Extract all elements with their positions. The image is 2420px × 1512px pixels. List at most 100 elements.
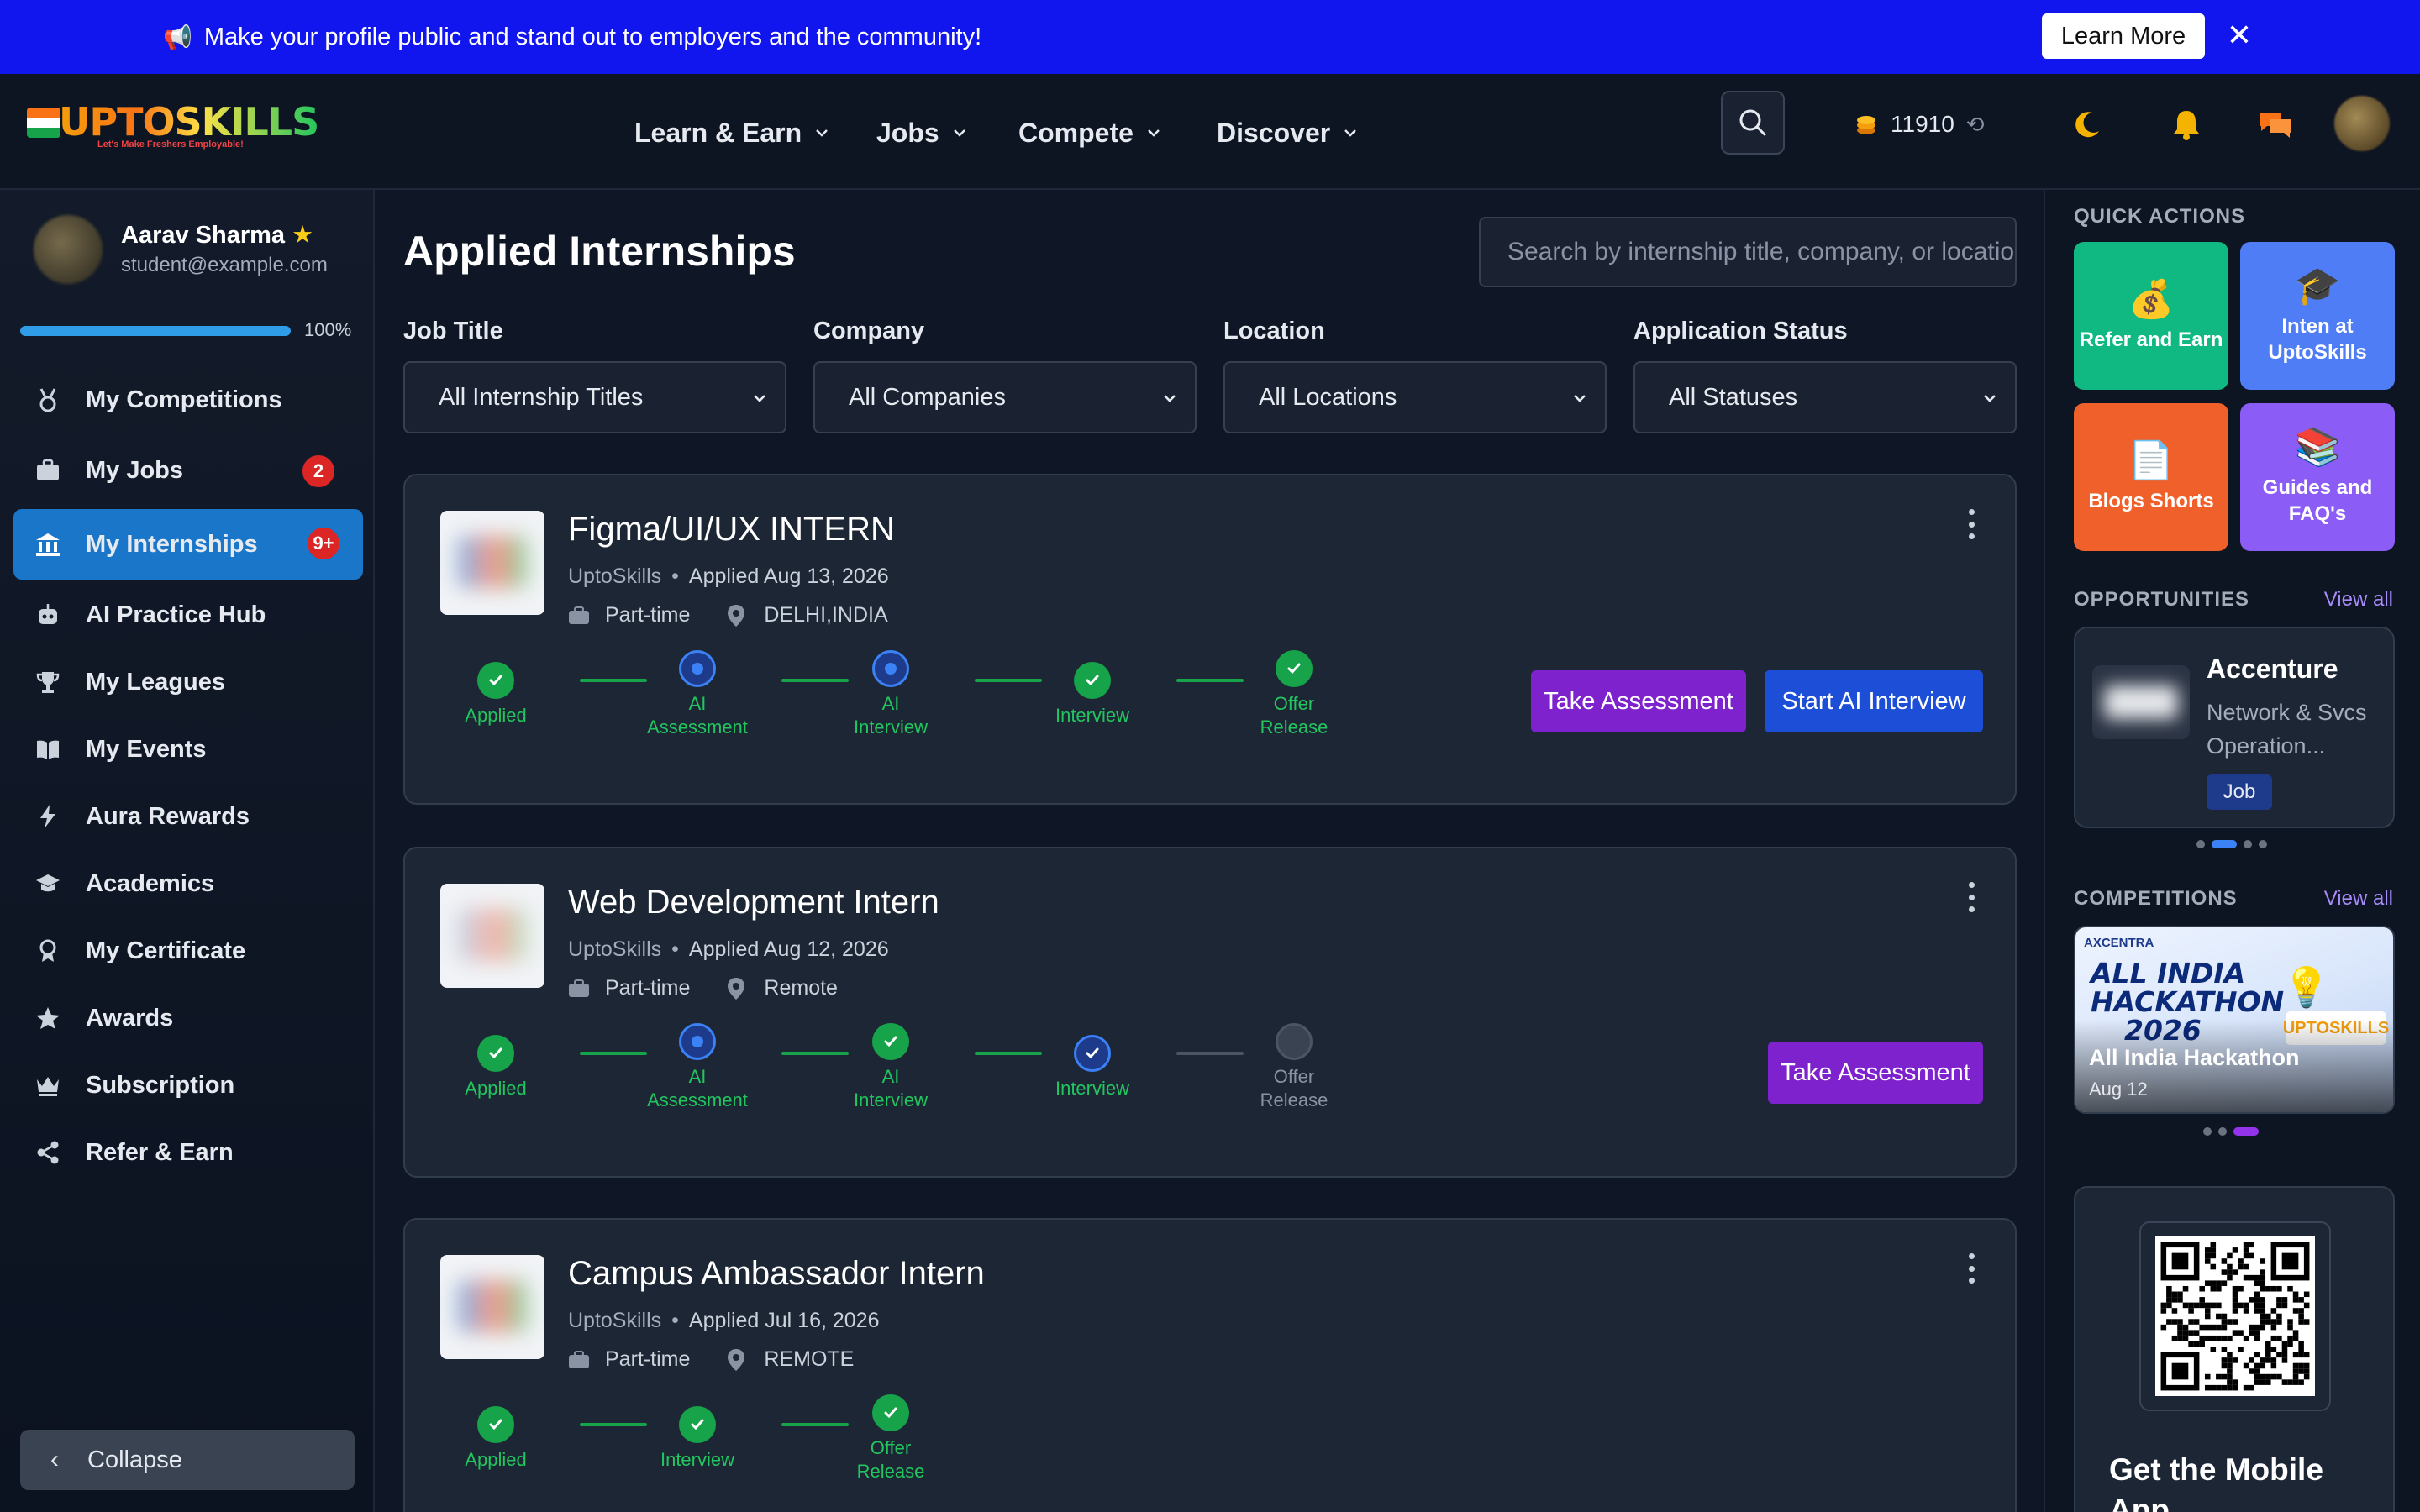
sidebar-item-my-certificate[interactable]: My Certificate (13, 917, 363, 984)
opportunity-company: Accenture (2207, 654, 2338, 684)
megaphone-icon: 📢 (163, 24, 192, 50)
company-name: UptoSkills (568, 1309, 662, 1332)
more-options-icon[interactable] (1966, 1253, 1976, 1284)
sidebar-item-label: My Leagues (86, 668, 225, 696)
status-select[interactable]: All Statuses (1634, 361, 2017, 433)
filter-label-status: Application Status (1634, 318, 1848, 344)
bell-icon[interactable] (2168, 106, 2205, 143)
company-select[interactable]: All Companies (813, 361, 1197, 433)
chevron-down-icon (1574, 395, 1586, 402)
progress-step: AI Interview (840, 1023, 941, 1112)
moon-icon[interactable] (2069, 106, 2106, 143)
chat-icon[interactable] (2257, 106, 2294, 143)
competition-carousel-dots[interactable] (2203, 1127, 2265, 1136)
quick-action-label: Blogs Shorts (2088, 489, 2214, 512)
sidebar-item-my-competitions[interactable]: My Competitions (13, 366, 363, 433)
search-button[interactable] (1721, 91, 1785, 155)
more-options-icon[interactable] (1966, 509, 1976, 539)
company-logo (440, 884, 544, 988)
sidebar-item-academics[interactable]: Academics (13, 850, 363, 917)
location-pin-icon (727, 977, 750, 1000)
sidebar-item-ai-practice-hub[interactable]: AI Practice Hub (13, 581, 363, 648)
learn-more-button[interactable]: Learn More (2042, 13, 2205, 59)
sidebar-item-refer-earn[interactable]: Refer & Earn (13, 1119, 363, 1186)
internship-search-input[interactable] (1479, 217, 2017, 287)
take-assessment-button[interactable]: Take Assessment (1531, 670, 1746, 732)
quick-action-blogs-shorts[interactable]: 📄 Blogs Shorts (2074, 403, 2228, 551)
location-select[interactable]: All Locations (1223, 361, 1607, 433)
profile-avatar[interactable] (34, 215, 103, 284)
sidebar-item-aura-rewards[interactable]: Aura Rewards (13, 783, 363, 850)
step-circle-icon (1276, 1023, 1313, 1060)
carousel-dot[interactable] (2259, 840, 2267, 848)
profile-banner: 📢 Make your profile public and stand out… (0, 0, 2420, 74)
step-label: AI (881, 1066, 900, 1087)
nav-discover[interactable]: Discover (1217, 108, 1359, 158)
quick-action-intern-uptoskills[interactable]: 🎓 Inten at UptoSkills (2240, 242, 2395, 390)
internship-meta: UptoSkills • Applied Jul 16, 2026 (568, 1309, 880, 1332)
start-ai-interview-button[interactable]: Start AI Interview (1765, 670, 1983, 732)
more-options-icon[interactable] (1966, 882, 1976, 912)
progress-step: Interview (1042, 662, 1143, 727)
sidebar-item-subscription[interactable]: Subscription (13, 1052, 363, 1119)
collapse-sidebar-button[interactable]: ‹ Collapse (20, 1430, 355, 1490)
opportunities-view-all-link[interactable]: View all (2324, 588, 2393, 612)
carousel-dot[interactable] (2203, 1127, 2212, 1136)
carousel-dot[interactable] (2218, 1127, 2227, 1136)
take-assessment-button[interactable]: Take Assessment (1768, 1042, 1983, 1104)
internship-meta: UptoSkills • Applied Aug 12, 2026 (568, 937, 889, 961)
close-icon[interactable]: ✕ (2227, 17, 2252, 54)
page-title: Applied Internships (403, 228, 796, 275)
nav-jobs[interactable]: Jobs (876, 108, 968, 158)
quick-action-guides-faq[interactable]: 📚 Guides and FAQ's (2240, 403, 2395, 551)
nav-compete[interactable]: Compete (1018, 108, 1162, 158)
trophy-icon (34, 668, 62, 696)
user-avatar[interactable] (2334, 96, 2390, 151)
carousel-dot-active[interactable] (2233, 1127, 2259, 1136)
quick-action-refer-earn[interactable]: 💰 Refer and Earn (2074, 242, 2228, 390)
check-circle-icon (477, 1406, 514, 1443)
carousel-dot-active[interactable] (2212, 840, 2237, 848)
book-icon (34, 735, 62, 764)
step-label: Assessment (647, 717, 748, 738)
location-pin-icon (727, 1348, 750, 1372)
money-bag-icon: 💰 (2128, 278, 2175, 320)
sidebar-item-my-leagues[interactable]: My Leagues (13, 648, 363, 716)
internship-title[interactable]: Web Development Intern (568, 884, 939, 921)
coin-count: 11910 (1891, 111, 1954, 137)
coin-balance[interactable]: 11910 ⟲ (1854, 108, 1985, 141)
carousel-dot[interactable] (2196, 840, 2205, 848)
nav-learn-earn[interactable]: Learn & Earn (634, 108, 830, 158)
select-value: All Companies (849, 383, 1006, 411)
competitions-view-all-link[interactable]: View all (2324, 887, 2393, 911)
competition-card[interactable]: AXCENTRA ALL INDIA HACKATHON 2026 💡 UPTO… (2074, 926, 2395, 1114)
opportunity-carousel-dots[interactable] (2196, 840, 2274, 848)
internship-title[interactable]: Figma/UI/UX INTERN (568, 511, 895, 549)
opportunity-card[interactable]: Accenture Network & Svcs Operation... Jo… (2074, 627, 2395, 828)
bank-icon (34, 530, 62, 559)
step-label: Applied (465, 705, 527, 726)
graduation-cap-icon (34, 869, 62, 898)
progress-step: Applied (445, 1035, 546, 1100)
star-icon (34, 1004, 62, 1032)
opportunity-role: Network & Svcs Operation... (2207, 700, 2367, 759)
carousel-dot[interactable] (2244, 840, 2252, 848)
internship-title[interactable]: Campus Ambassador Intern (568, 1255, 985, 1293)
chevron-down-icon (754, 395, 765, 402)
progress-step: Applied (445, 1406, 546, 1472)
uptoskills-logo[interactable]: UPTOSKILLS Let's Make Freshers Employabl… (27, 99, 319, 158)
sidebar-item-label: My Competitions (86, 386, 282, 413)
history-icon[interactable]: ⟲ (1966, 112, 1985, 138)
qr-code[interactable] (2139, 1221, 2331, 1411)
sidebar-item-awards[interactable]: Awards (13, 984, 363, 1052)
job-type: Part-time (605, 1347, 691, 1371)
sidebar-item-my-internships[interactable]: My Internships 9+ (13, 509, 363, 580)
sidebar-item-my-events[interactable]: My Events (13, 716, 363, 783)
job-title-select[interactable]: All Internship Titles (403, 361, 786, 433)
chevron-down-icon (1164, 395, 1176, 402)
sidebar-item-my-jobs[interactable]: My Jobs 2 (13, 437, 363, 504)
nav-label: Discover (1217, 117, 1331, 148)
step-circle-icon (872, 650, 909, 687)
competition-brand: AXCENTRA (2084, 936, 2154, 950)
step-label: Interview (660, 1449, 735, 1470)
